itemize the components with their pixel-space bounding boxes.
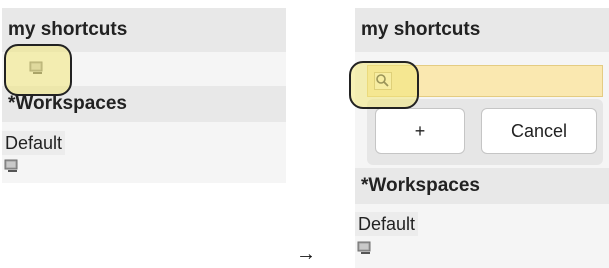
shortcuts-panel-after: my shortcuts + Cancel *Workspaces Defaul… [355, 8, 609, 268]
transition-arrow: → [296, 243, 316, 265]
highlight-marker [349, 61, 419, 109]
shortcuts-heading: my shortcuts [355, 8, 609, 52]
add-shortcut-button[interactable]: + [375, 108, 465, 154]
computer-icon[interactable] [357, 240, 373, 256]
workspaces-heading: *Workspaces [355, 168, 609, 204]
highlight-marker [4, 44, 72, 96]
cancel-button[interactable]: Cancel [481, 108, 597, 154]
workspace-item-default[interactable]: Default [2, 131, 66, 155]
computer-icon[interactable] [4, 158, 20, 174]
workspace-item-default[interactable]: Default [355, 212, 419, 236]
